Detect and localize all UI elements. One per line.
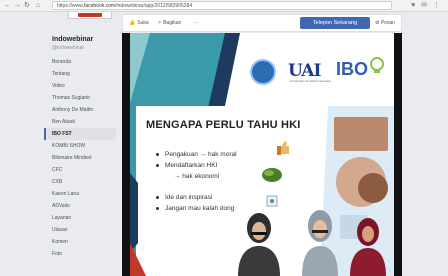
page-title[interactable]: Indowebinar: [52, 36, 93, 43]
slide-bullets: Pengakuan → hak moral Mendaftarkan HKI →…: [156, 149, 237, 214]
sidebar-item[interactable]: KOMBI SHOW: [44, 140, 116, 152]
gear-icon: ⚙: [375, 20, 380, 26]
thumbs-up-clipart-icon: [277, 141, 289, 155]
page-nav: Beranda Tentang Video Thomas Sugiarto An…: [44, 56, 116, 260]
presentation-slide: UAI Universitas Al Azhar Indonesia IBO M…: [130, 33, 394, 276]
ibo-logo: IBO: [336, 59, 368, 80]
slide-title: MENGAPA PERLU TAHU HKI: [146, 119, 301, 131]
lightbulb-icon: [370, 57, 384, 73]
back-icon[interactable]: ←: [4, 1, 11, 10]
page-avatar[interactable]: [68, 12, 112, 19]
bullet-text: Pengakuan → hak moral: [165, 151, 237, 158]
presenter-1: [238, 213, 280, 276]
reload-icon[interactable]: ↻: [24, 1, 30, 10]
page-sidebar: Indowebinar @indowebinar Beranda Tentang…: [44, 12, 116, 276]
more-options-button[interactable]: ···: [189, 18, 202, 29]
home-icon[interactable]: ⌂: [36, 1, 40, 10]
sidebar-item[interactable]: CXB: [44, 176, 116, 188]
uai-logo: UAI: [288, 61, 321, 81]
sidebar-item[interactable]: Beranda: [44, 56, 116, 68]
bullet-text: Ide dan inspirasi: [165, 194, 213, 201]
bullet-dot: [156, 206, 159, 210]
bullet-item: Mendaftarkan HKI: [156, 160, 237, 171]
sidebar-item[interactable]: Bilionaire Mindset: [44, 152, 116, 164]
sidebar-item[interactable]: CFC: [44, 164, 116, 176]
bullet-item: Jangan mau kalah dong: [156, 203, 237, 214]
address-path: /indowebinar/app/2012/582905284: [115, 3, 193, 9]
bullet-item: Pengakuan → hak moral: [156, 149, 237, 160]
message-label: Pesan: [380, 20, 396, 26]
sidebar-item[interactable]: ADVaiio: [44, 200, 116, 212]
message-button[interactable]: ⚙ Pesan: [375, 18, 395, 29]
sidebar-item[interactable]: Video: [44, 80, 116, 92]
share-label: Bagikan: [163, 20, 182, 26]
sidebar-item[interactable]: Tentang: [44, 68, 116, 80]
sidebar-item[interactable]: Layanan: [44, 212, 116, 224]
address-bar[interactable]: https://www.facebook.com/indowebinar/app…: [52, 1, 392, 10]
address-host: facebook.com: [83, 3, 116, 9]
page-action-bar: 👍 Suka ↗ Bagikan ··· Telepon Sekarang ⚙ Pe…: [122, 14, 402, 32]
forward-icon[interactable]: →: [14, 1, 21, 10]
uai-logo-subtitle: Universitas Al Azhar Indonesia: [290, 79, 331, 83]
browser-toolbar: ← → ↻ ⌂ https://www.facebook.com/indoweb…: [0, 0, 448, 12]
share-button[interactable]: ↗ Bagikan: [153, 18, 185, 29]
thumbs-up-icon: 👍: [129, 20, 136, 26]
page-handle[interactable]: @indowebinar: [52, 45, 84, 51]
video-player[interactable]: UAI Universitas Al Azhar Indonesia IBO M…: [122, 33, 402, 276]
sidebar-item[interactable]: Ben Abadi: [44, 116, 116, 128]
like-button[interactable]: 👍 Suka: [125, 18, 153, 29]
bullet-dot: [156, 195, 159, 199]
sidebar-item[interactable]: Ulasan: [44, 224, 116, 236]
sidebar-item[interactable]: Foto: [44, 248, 116, 260]
bullet-text: Mendaftarkan HKI: [165, 162, 218, 169]
slide-logos: UAI Universitas Al Azhar Indonesia IBO: [250, 55, 390, 91]
share-icon: ↗: [157, 20, 162, 26]
bullet-dot: [156, 152, 159, 156]
sidebar-item[interactable]: Komen: [44, 236, 116, 248]
ibo-logo-main: IBO: [336, 59, 369, 79]
money-bag-clipart-icon: [262, 168, 282, 182]
presenter-3: [350, 218, 386, 276]
call-now-button[interactable]: Telepon Sekarang: [300, 17, 370, 29]
sidebar-item[interactable]: Thomas Sugiarto: [44, 92, 116, 104]
sidebar-item-active[interactable]: IBO FST: [44, 128, 116, 140]
bullet-item: Ide dan inspirasi: [156, 192, 237, 203]
sidebar-item[interactable]: Kaeon Lana: [44, 188, 116, 200]
bullet-text: Jangan mau kalah dong: [165, 205, 235, 212]
sidebar-item[interactable]: Anthony De Mattin: [44, 104, 116, 116]
university-seal-icon: [250, 59, 276, 85]
bullet-text: → hak ekonomi: [174, 173, 220, 180]
stock-photo: [358, 173, 388, 203]
address-prefix: https://www.: [57, 3, 84, 9]
like-label: Suka: [137, 20, 149, 26]
bullet-dot: [156, 163, 159, 167]
presenter-2: [302, 210, 338, 276]
extension-icons[interactable]: ♥ ✉ ⋮: [411, 1, 442, 9]
stock-photo: [334, 117, 388, 151]
bullet-subitem: → hak ekonomi: [156, 171, 237, 182]
